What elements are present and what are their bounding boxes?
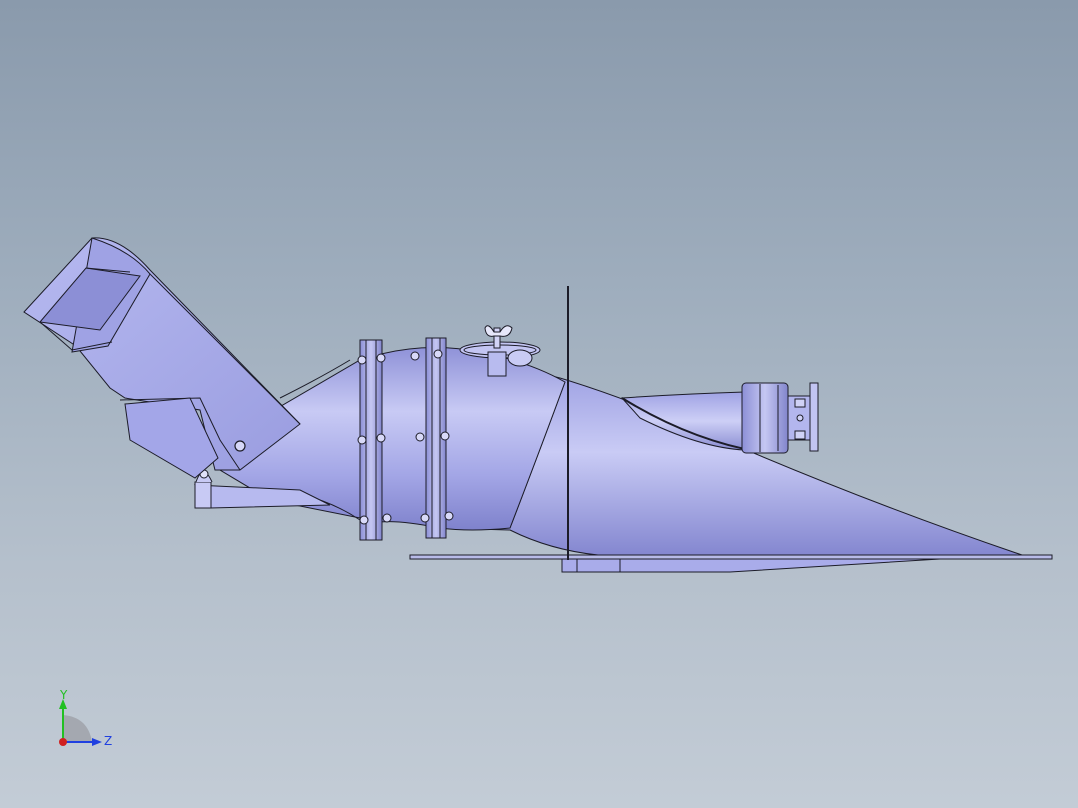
triad-plane-shade (63, 715, 92, 742)
x-axis-origin (59, 738, 67, 746)
inlet-hopper (23, 237, 301, 479)
orientation-triad[interactable]: Y Z (48, 685, 118, 755)
base-plate (409, 554, 1053, 573)
graphics-viewport[interactable]: Y Z (0, 0, 1078, 808)
cad-model[interactable] (0, 0, 1078, 808)
z-axis-arrowhead (92, 738, 102, 746)
z-axis-label: Z (104, 734, 112, 748)
y-axis-label: Y (59, 688, 68, 702)
